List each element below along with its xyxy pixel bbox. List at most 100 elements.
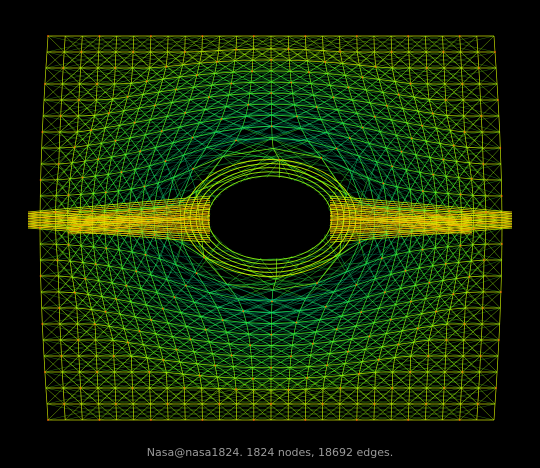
graph-node: [79, 227, 81, 230]
graph-edge: [40, 275, 42, 293]
graph-node: [116, 229, 118, 232]
graph-edge: [59, 115, 62, 133]
graph-edge: [463, 115, 465, 133]
graph-edge: [323, 189, 330, 196]
graph-edge: [478, 371, 481, 389]
graph-node: [203, 256, 205, 259]
graph-edge: [249, 92, 272, 94]
graph-node: [427, 355, 430, 357]
graph-edge: [42, 339, 45, 357]
graph-node: [500, 291, 502, 293]
graph-edge: [251, 60, 254, 72]
graph-edge: [252, 171, 262, 174]
graph-edge: [435, 192, 438, 212]
graph-edge: [497, 99, 500, 117]
graph-edge: [476, 403, 479, 421]
graph-edge: [250, 356, 253, 368]
graph-edge: [104, 192, 107, 212]
graph-edge: [322, 376, 326, 389]
graph-edge: [63, 35, 66, 53]
graph-edge: [218, 35, 220, 51]
graph-node: [78, 99, 80, 101]
graph-node: [74, 291, 76, 294]
graph-edge: [62, 51, 65, 69]
graph-edge: [166, 372, 168, 389]
graph-node: [183, 51, 186, 53]
graph-edge: [499, 307, 501, 325]
graph-edge: [289, 71, 292, 83]
graph-node: [347, 350, 349, 353]
graph-node: [501, 243, 503, 245]
graph-node: [59, 115, 62, 117]
graph-edge: [278, 171, 288, 174]
graph-edge: [259, 163, 271, 165]
graph-node: [216, 61, 218, 63]
graph-edge: [322, 171, 332, 177]
graph-node: [355, 284, 358, 286]
graph-edge: [304, 35, 307, 50]
graph-node: [431, 112, 434, 115]
graph-node: [183, 387, 186, 389]
graph-node: [308, 71, 310, 74]
graph-node: [98, 35, 101, 37]
graph-edge: [326, 228, 331, 235]
graph-edge: [94, 91, 160, 116]
graph-edge: [322, 50, 326, 63]
graph-node: [339, 50, 341, 53]
graph-edge: [192, 147, 207, 170]
graph-edge: [77, 99, 80, 117]
graph-node: [251, 70, 254, 73]
graph-node: [477, 67, 480, 69]
graph-edge: [148, 371, 151, 389]
graph-node: [252, 419, 255, 421]
graph-edge: [149, 67, 215, 74]
graph-edge: [125, 154, 184, 156]
graph-edge: [306, 60, 310, 73]
graph-node: [154, 104, 156, 107]
graph-edge: [477, 51, 480, 69]
graph-edge: [43, 98, 113, 117]
graph-edge: [95, 339, 97, 357]
graph-edge: [120, 312, 181, 315]
graph-edge: [61, 355, 63, 373]
graph-edge: [232, 171, 242, 175]
graph-node: [324, 61, 326, 63]
graph-node: [432, 173, 435, 176]
graph-node: [459, 193, 462, 196]
graph-edge: [60, 339, 62, 357]
graph-edge: [258, 275, 271, 277]
graph-edge: [242, 104, 295, 129]
graph-edge: [253, 175, 262, 178]
graph-edge: [383, 174, 434, 184]
graph-node: [461, 371, 464, 373]
graph-edge: [348, 87, 419, 112]
graph-edge: [96, 83, 98, 101]
graph-edge: [435, 311, 464, 341]
graph-edge: [233, 366, 236, 379]
graph-edge: [496, 83, 499, 101]
graph-node: [127, 341, 129, 344]
graph-node: [483, 259, 485, 261]
graph-node: [452, 144, 455, 147]
graph-node: [335, 328, 338, 331]
graph-node: [252, 377, 254, 380]
graph-edge: [245, 109, 338, 117]
graph-edge: [141, 232, 187, 286]
graph-node: [499, 147, 502, 149]
graph-edge: [46, 35, 49, 53]
graph-edge: [214, 61, 218, 74]
graph-edge: [472, 194, 486, 197]
graph-edge: [480, 323, 483, 341]
graph-node: [165, 205, 168, 208]
graph-edge: [74, 292, 78, 309]
graph-node: [355, 35, 358, 37]
graph-edge: [500, 275, 502, 293]
graph-node: [270, 366, 272, 369]
graph-node: [198, 374, 201, 377]
graph-edge: [58, 131, 61, 149]
graph-edge: [476, 35, 479, 53]
graph-node: [150, 35, 152, 37]
graph-edge: [258, 159, 271, 161]
graph-edge: [288, 60, 291, 72]
graph-node: [173, 296, 176, 299]
